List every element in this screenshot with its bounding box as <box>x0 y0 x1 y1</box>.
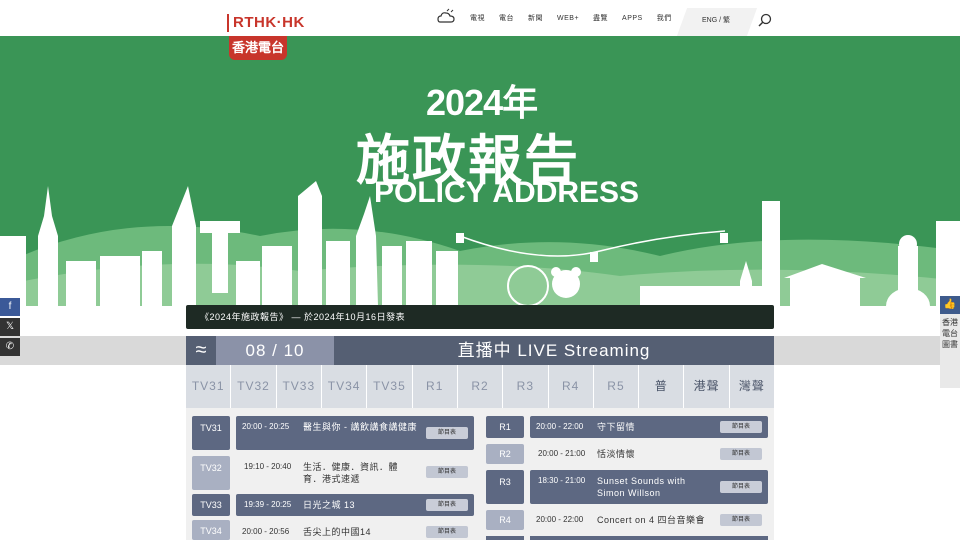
channel-label[interactable]: TV32 <box>192 456 230 490</box>
nav-apps[interactable]: APPS <box>622 15 643 22</box>
channel-label[interactable]: TV31 <box>192 416 230 450</box>
schedule-button[interactable]: 節目表 <box>426 526 468 538</box>
program-cell[interactable]: 19:39 - 20:25 日光之城 13 節目表 <box>236 494 474 516</box>
program-time: 20:00 - 20:25 <box>242 422 290 431</box>
channel-label[interactable]: R2 <box>486 444 524 464</box>
library-side-tab[interactable]: 👍 香港電台圖書 <box>940 296 960 388</box>
schedule-button[interactable]: 節目表 <box>426 499 468 511</box>
program-cell[interactable]: 18:30 - 21:00 Sunset Sounds with Simon W… <box>530 470 768 504</box>
banner-title-english: POLICY ADDRESS <box>374 176 640 209</box>
schedule-row: R3 18:30 - 21:00 Sunset Sounds with Simo… <box>486 470 768 504</box>
tab-tv34[interactable]: TV34 <box>322 365 368 408</box>
program-time: 19:39 - 20:25 <box>244 500 292 509</box>
program-cell-partial <box>530 536 768 540</box>
thumbs-up-icon: 👍 <box>940 296 960 314</box>
tab-tv33[interactable]: TV33 <box>277 365 322 408</box>
tab-tv35[interactable]: TV35 <box>367 365 413 408</box>
live-date: 08 / 10 <box>216 336 334 365</box>
program-cell[interactable]: 20:00 - 21:00 恬淡情懷 節目表 <box>530 444 768 464</box>
program-cell[interactable]: 20:00 - 20:56 舌尖上的中國14 節目表 <box>236 520 474 540</box>
nav-radio[interactable]: 電台 <box>499 13 514 23</box>
whatsapp-share-icon[interactable]: ✆ <box>0 338 20 356</box>
schedule-button[interactable]: 節目表 <box>720 481 762 493</box>
facebook-share-icon[interactable]: f <box>0 298 20 316</box>
nav-browse[interactable]: 盡覽 <box>593 13 608 23</box>
program-title: Concert on 4 四台音樂會 <box>597 515 706 525</box>
program-time: 19:10 - 20:40 <box>244 462 292 471</box>
channel-label-partial <box>486 536 524 540</box>
tab-tv31[interactable]: TV31 <box>186 365 232 408</box>
tab-r1[interactable]: R1 <box>413 365 458 408</box>
weather-cloud-icon[interactable] <box>436 8 456 28</box>
channel-label[interactable]: R1 <box>486 416 524 438</box>
channel-label[interactable]: R3 <box>486 470 524 504</box>
banner-caption[interactable]: 《2024年施政報告》 — 於2024年10月16日發表 <box>186 305 774 329</box>
schedule-button[interactable]: 節目表 <box>720 421 762 433</box>
program-time: 20:00 - 20:56 <box>242 527 290 536</box>
channel-label[interactable]: TV33 <box>192 494 230 516</box>
program-cell[interactable]: 20:00 - 22:00 Concert on 4 四台音樂會 節目表 <box>530 510 768 530</box>
wave-icon: ≈ <box>195 339 207 361</box>
tab-r4[interactable]: R4 <box>549 365 594 408</box>
program-title: 恬淡情懷 <box>597 449 636 459</box>
schedule-button[interactable]: 節目表 <box>426 466 468 478</box>
tab-hk-voice[interactable]: 港聲 <box>684 365 730 408</box>
nav-tv[interactable]: 電視 <box>470 13 485 23</box>
live-title: 直播中 LIVE Streaming <box>457 341 651 360</box>
tab-tv32[interactable]: TV32 <box>231 365 277 408</box>
program-cell[interactable]: 20:00 - 20:25 醫生與你 - 講飲講食講健康 節目表 <box>236 416 474 450</box>
site-header: RTHK·HK 香港電台 電視 電台 新聞 WEB+ 盡覽 APPS 我們 EN… <box>0 0 960 60</box>
schedule-row: TV31 20:00 - 20:25 醫生與你 - 講飲講食講健康 節目表 <box>192 416 474 450</box>
tab-r3[interactable]: R3 <box>503 365 549 408</box>
program-title: 醫生與你 - 講飲講食講健康 <box>303 422 417 432</box>
x-share-icon[interactable]: 𝕏 <box>0 318 20 336</box>
program-title: 守下留情 <box>597 422 636 432</box>
logo-chinese: 香港電台 <box>229 36 287 60</box>
policy-address-banner[interactable]: 2024年 施政報告 POLICY ADDRESS <box>0 36 960 336</box>
program-title: 生活．健康．資訊．體育．港式速遞 <box>303 462 399 484</box>
schedule-row: R1 20:00 - 22:00 守下留情 節目表 <box>486 416 768 446</box>
schedule-row: TV34 20:00 - 20:56 舌尖上的中國14 節目表 <box>192 520 474 550</box>
program-title: 舌尖上的中國14 <box>303 527 372 537</box>
program-time: 20:00 - 22:00 <box>536 515 584 524</box>
nav-about[interactable]: 我們 <box>657 13 672 23</box>
schedule-row: TV32 19:10 - 20:40 生活．健康．資訊．體育．港式速遞 節目表 <box>192 456 474 490</box>
channel-label[interactable]: R4 <box>486 510 524 530</box>
channel-label[interactable]: TV34 <box>192 520 230 540</box>
nav-web[interactable]: WEB+ <box>557 15 579 22</box>
channel-tabs: TV31 TV32 TV33 TV34 TV35 R1 R2 R3 R4 R5 … <box>186 365 774 408</box>
tab-bay-voice[interactable]: 灣聲 <box>730 365 774 408</box>
nav-news[interactable]: 新聞 <box>528 13 543 23</box>
schedule-button[interactable]: 節目表 <box>426 427 468 439</box>
tab-r5[interactable]: R5 <box>594 365 640 408</box>
main-nav: 電視 電台 新聞 WEB+ 盡覽 APPS 我們 <box>436 0 672 36</box>
tab-r2[interactable]: R2 <box>458 365 504 408</box>
schedule-button[interactable]: 節目表 <box>720 514 762 526</box>
rthk-logo[interactable]: RTHK·HK 香港電台 <box>227 14 317 60</box>
schedule-button[interactable]: 節目表 <box>720 448 762 460</box>
program-time: 20:00 - 21:00 <box>538 449 586 458</box>
language-switch[interactable]: ENG / 繁 <box>688 8 744 36</box>
tab-putonghua[interactable]: 普 <box>639 365 685 408</box>
program-title: 日光之城 13 <box>303 500 356 510</box>
program-time: 20:00 - 22:00 <box>536 422 584 431</box>
program-time: 18:30 - 21:00 <box>538 476 586 485</box>
program-cell[interactable]: 19:10 - 20:40 生活．健康．資訊．體育．港式速遞 節目表 <box>236 456 474 490</box>
logo-text: RTHK·HK <box>227 14 317 32</box>
program-cell[interactable]: 20:00 - 22:00 守下留情 節目表 <box>530 416 768 438</box>
library-side-label: 香港電台圖書 <box>942 318 958 349</box>
program-title: Sunset Sounds with Simon Willson <box>597 476 686 498</box>
search-icon[interactable] <box>758 13 772 27</box>
